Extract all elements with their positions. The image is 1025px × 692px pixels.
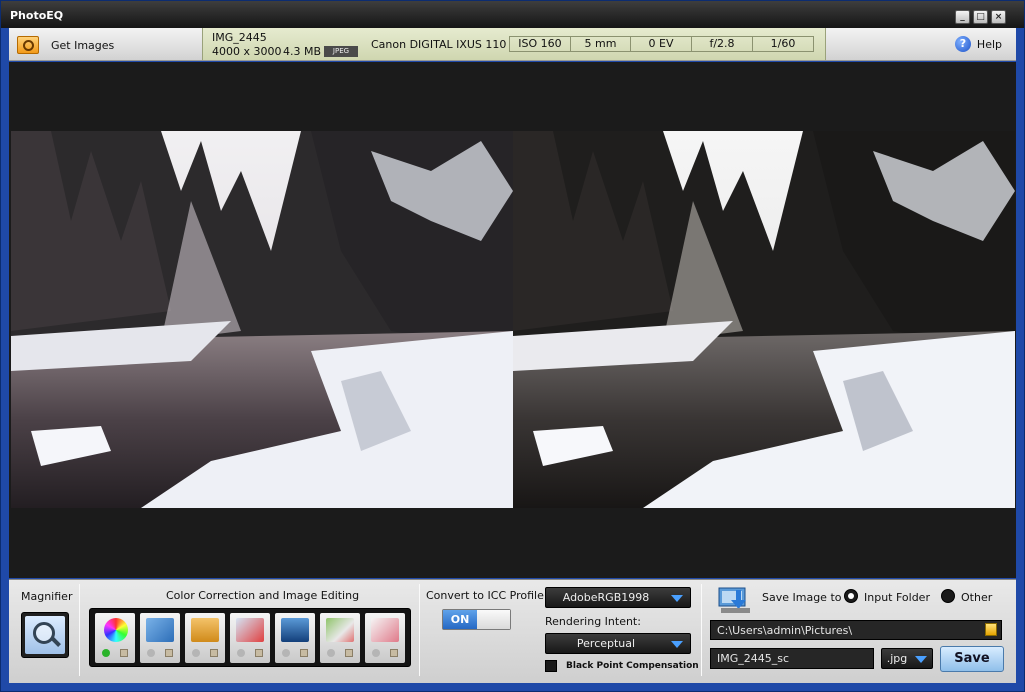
tool-enabled-indicator: [237, 649, 245, 657]
image-dimensions: 4000 x 3000: [212, 45, 282, 58]
file-format-value: .jpg: [886, 652, 908, 665]
lock-icon: [210, 649, 218, 657]
title-bar[interactable]: PhotoEQ _ □ ×: [1, 1, 1024, 28]
icc-toggle-on: ON: [443, 610, 477, 629]
rendering-intent-label: Rendering Intent:: [545, 615, 641, 628]
tool-enabled-indicator: [147, 649, 155, 657]
tool-enabled-indicator: [372, 649, 380, 657]
help-button[interactable]: ? Help: [954, 36, 1002, 52]
photo-corrected-image: [513, 131, 1015, 508]
other-folder-radio[interactable]: [941, 589, 955, 603]
get-images-label: Get Images: [51, 38, 115, 52]
tool-enabled-indicator: [102, 649, 110, 657]
crop-tool[interactable]: [185, 613, 225, 663]
toolbar: Get Images IMG_2445 4000 x 3000 4.3 MB J…: [9, 28, 1016, 61]
exif-focal-length: 5 mm: [570, 36, 631, 52]
divider: [701, 584, 702, 676]
icc-profile-select[interactable]: AdobeRGB1998: [545, 587, 691, 608]
exif-aperture: f/2.8: [691, 36, 753, 52]
resize-tool[interactable]: [230, 613, 270, 663]
file-name-input[interactable]: [710, 648, 874, 669]
rotate-tool[interactable]: [140, 613, 180, 663]
lock-icon: [345, 649, 353, 657]
file-format-badge: JPEG: [324, 46, 358, 57]
black-point-checkbox[interactable]: [545, 660, 557, 672]
divider: [419, 584, 420, 676]
rotate-icon: [146, 618, 174, 642]
save-image-icon: [718, 587, 750, 613]
bottom-panel: Magnifier Color Correction and Image Edi…: [9, 579, 1016, 683]
save-image-to-label: Save Image to: [762, 591, 842, 604]
open-folder-icon: [17, 36, 39, 54]
minimize-button[interactable]: _: [955, 10, 970, 24]
red-eye-tool[interactable]: [365, 613, 405, 663]
chevron-down-icon: [915, 656, 927, 663]
maximize-button[interactable]: □: [973, 10, 988, 24]
frame-icon: [281, 618, 309, 642]
red-eye-icon: [371, 618, 399, 642]
magnifier-icon: [25, 616, 65, 654]
image-viewer: [9, 62, 1016, 578]
chevron-down-icon: [671, 641, 683, 648]
frame-tool[interactable]: [275, 613, 315, 663]
watermark-tool[interactable]: [320, 613, 360, 663]
lock-icon: [300, 649, 308, 657]
exif-exposure: 0 EV: [630, 36, 692, 52]
exif-shutter: 1/60: [752, 36, 814, 52]
divider: [79, 584, 80, 676]
icc-title: Convert to ICC Profile: [426, 589, 544, 602]
magnifier-title: Magnifier: [21, 590, 73, 603]
rendering-intent-select[interactable]: Perceptual: [545, 633, 691, 654]
black-point-label: Black Point Compensation: [566, 661, 699, 671]
help-label: Help: [976, 37, 1002, 51]
image-info-bar: IMG_2445 4000 x 3000 4.3 MB JPEG Canon D…: [202, 28, 826, 60]
icc-profile-value: AdobeRGB1998: [562, 591, 650, 604]
file-format-select[interactable]: .jpg: [881, 648, 933, 669]
file-size: 4.3 MB: [283, 45, 322, 58]
icc-toggle[interactable]: ON: [442, 609, 511, 630]
crop-icon: [191, 618, 219, 642]
window-title: PhotoEQ: [10, 9, 64, 22]
input-folder-label: Input Folder: [864, 591, 930, 604]
resize-icon: [236, 618, 264, 642]
photo-original-image: [11, 131, 513, 508]
tool-enabled-indicator: [327, 649, 335, 657]
lock-icon: [120, 649, 128, 657]
save-path-input[interactable]: [710, 620, 1002, 640]
camera-model: Canon DIGITAL IXUS 110: [371, 38, 507, 51]
file-name: IMG_2445: [212, 31, 267, 44]
editing-tools: [89, 608, 411, 667]
color-wheel-icon: [104, 618, 128, 642]
magnifier-button[interactable]: [21, 612, 69, 658]
help-icon: ?: [954, 36, 971, 52]
chevron-down-icon: [671, 595, 683, 602]
original-image[interactable]: [11, 131, 513, 508]
close-button[interactable]: ×: [991, 10, 1006, 24]
other-folder-label: Other: [961, 591, 993, 604]
lock-icon: [255, 649, 263, 657]
tool-enabled-indicator: [192, 649, 200, 657]
browse-folder-icon[interactable]: [985, 623, 997, 636]
get-images-button[interactable]: Get Images: [17, 34, 114, 56]
icc-toggle-off: [477, 610, 510, 629]
lock-icon: [390, 649, 398, 657]
rendering-intent-value: Perceptual: [576, 637, 636, 650]
save-button[interactable]: Save: [940, 646, 1004, 672]
main-window: PhotoEQ _ □ × Get Images IMG_2445 4000 x…: [0, 0, 1025, 692]
watermark-icon: [326, 618, 354, 642]
lock-icon: [165, 649, 173, 657]
corrected-image[interactable]: [513, 131, 1015, 508]
tool-enabled-indicator: [282, 649, 290, 657]
exif-iso: ISO 160: [509, 36, 571, 52]
color-correction-title: Color Correction and Image Editing: [166, 589, 360, 602]
color-correction-tool[interactable]: [95, 613, 135, 663]
input-folder-radio[interactable]: [844, 589, 858, 603]
